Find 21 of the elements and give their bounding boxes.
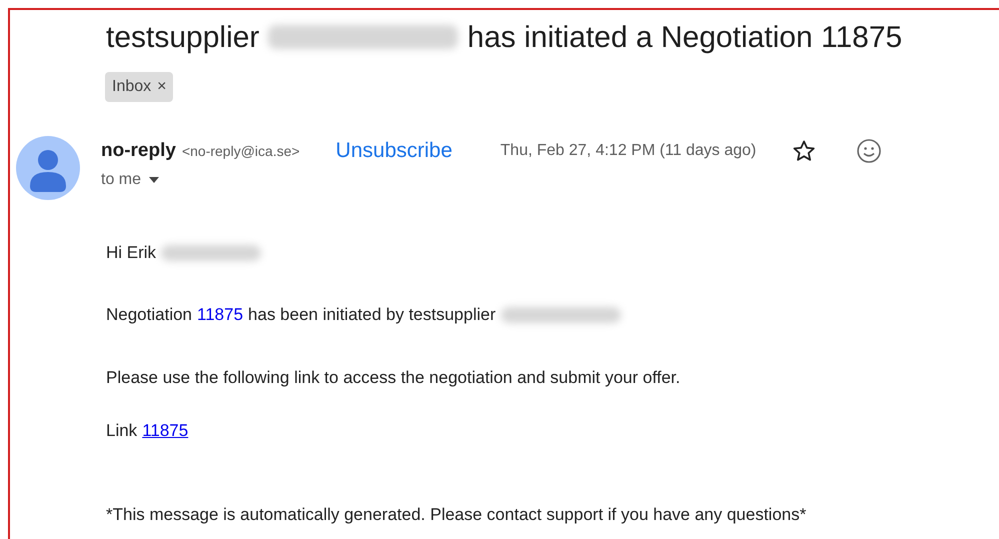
avatar-icon bbox=[16, 136, 80, 200]
body-text: Hi Erik bbox=[106, 242, 156, 264]
unsubscribe-link[interactable]: Unsubscribe bbox=[336, 135, 452, 167]
sender-name: no-reply bbox=[101, 138, 176, 163]
body-text: Negotiation bbox=[106, 304, 192, 326]
emoji-icon[interactable] bbox=[856, 138, 882, 164]
remove-icon[interactable]: × bbox=[157, 75, 166, 99]
body-text: *This message is automatically generated. Please contact support if you have any questions* bbox=[106, 504, 806, 526]
body-text: Link bbox=[106, 420, 138, 442]
link[interactable]: 11875 bbox=[197, 302, 244, 328]
star-icon[interactable] bbox=[792, 139, 816, 163]
subject-text: testsupplier bbox=[106, 20, 260, 56]
body-text: Please use the following link to access the negotiation and submit your offer. bbox=[106, 367, 680, 390]
subject-text: has initiated a Negotiation 11875 bbox=[467, 20, 902, 56]
recipient-text: to me bbox=[101, 170, 142, 190]
body-text: has been initiated by testsupplier bbox=[248, 304, 496, 326]
sender-address: <no-reply@ica.se> bbox=[182, 142, 300, 161]
caret-icon[interactable] bbox=[149, 177, 160, 183]
label-chip[interactable]: Inbox × bbox=[105, 72, 174, 102]
date-text: Thu, Feb 27, 4:12 PM (11 days ago) bbox=[500, 141, 756, 161]
link[interactable]: 11875 bbox=[142, 418, 188, 444]
